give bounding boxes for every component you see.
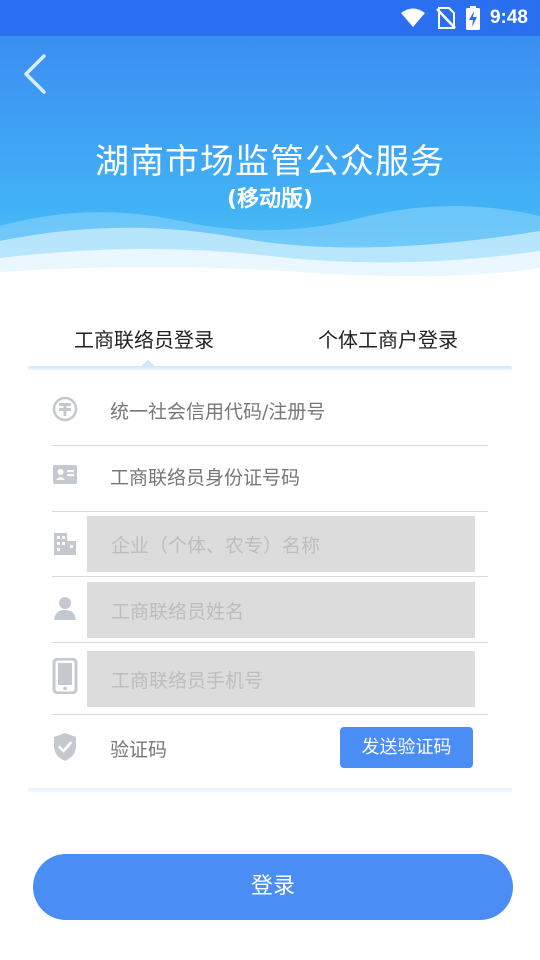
- tab-individual-login[interactable]: 个体工商户登录: [318, 324, 458, 353]
- app-title: 湖南市场监管公众服务: [95, 142, 445, 182]
- status-bar: 9:48: [0, 0, 540, 36]
- contact-name-placeholder: 工商联络员姓名: [111, 601, 245, 623]
- company-name-field: 企业（个体、农专）名称: [87, 516, 475, 572]
- phone-row: 工商联络员手机号: [52, 650, 488, 716]
- divider: [52, 445, 488, 446]
- login-screen: 9:48 湖南市场监管公众服务 (移动版) 工商联络员登录 个体工商户登录 统一…: [0, 0, 540, 960]
- building-icon: [54, 533, 76, 555]
- id-card-icon: [53, 465, 77, 484]
- send-code-button[interactable]: 发送验证码: [340, 727, 473, 768]
- phone-placeholder: 工商联络员手机号: [111, 670, 264, 692]
- form-bottom-line: [28, 788, 512, 792]
- login-button[interactable]: 登录: [33, 854, 513, 920]
- battery-charging-icon: [465, 6, 480, 30]
- app-header: 湖南市场监管公众服务 (移动版): [0, 36, 540, 286]
- shield-check-icon: [54, 733, 76, 761]
- wifi-icon: [400, 8, 425, 27]
- chevron-left-icon: [24, 54, 46, 94]
- company-name-row: 企业（个体、农专）名称: [52, 516, 488, 578]
- tab-divider: [28, 366, 512, 370]
- credit-code-row: 统一社会信用代码/注册号: [52, 396, 488, 446]
- phone-field: 工商联络员手机号: [87, 651, 475, 707]
- divider: [52, 642, 488, 643]
- no-sim-icon: [436, 7, 456, 29]
- back-button[interactable]: [18, 52, 54, 96]
- company-name-placeholder: 企业（个体、农专）名称: [111, 535, 321, 557]
- status-time: 9:48: [489, 7, 528, 28]
- login-tabs: 工商联络员登录 个体工商户登录: [28, 316, 512, 370]
- divider: [52, 576, 488, 577]
- divider: [52, 714, 488, 715]
- person-icon: [54, 597, 76, 620]
- tab-contact-login[interactable]: 工商联络员登录: [74, 324, 214, 353]
- id-number-row: 工商联络员身份证号码: [52, 462, 488, 512]
- verify-code-input[interactable]: 验证码: [110, 735, 167, 762]
- header-waves: [0, 205, 540, 286]
- status-icons: 9:48: [400, 5, 528, 31]
- contact-name-field: 工商联络员姓名: [87, 582, 475, 638]
- seal-icon: [52, 396, 78, 422]
- divider: [52, 511, 488, 512]
- contact-name-row: 工商联络员姓名: [52, 582, 488, 644]
- phone-icon: [52, 658, 78, 694]
- credit-code-input[interactable]: 统一社会信用代码/注册号: [110, 397, 325, 424]
- id-number-input[interactable]: 工商联络员身份证号码: [110, 463, 300, 490]
- login-form: 统一社会信用代码/注册号 工商联络员身份证号码 企业（个体、农专）名称 工商联络…: [28, 372, 512, 792]
